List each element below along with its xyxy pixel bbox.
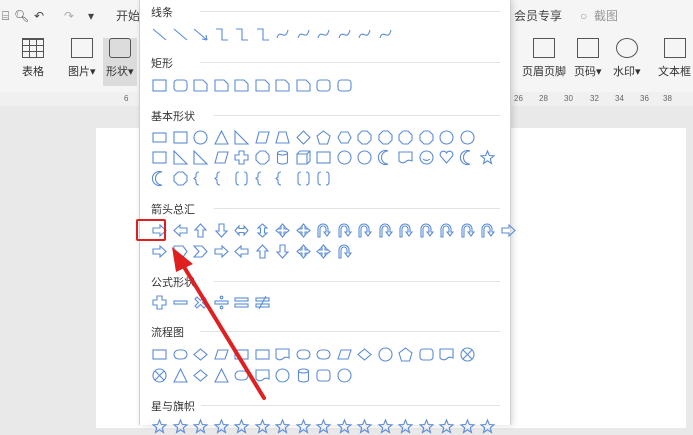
annotation-arrow — [172, 247, 266, 400]
